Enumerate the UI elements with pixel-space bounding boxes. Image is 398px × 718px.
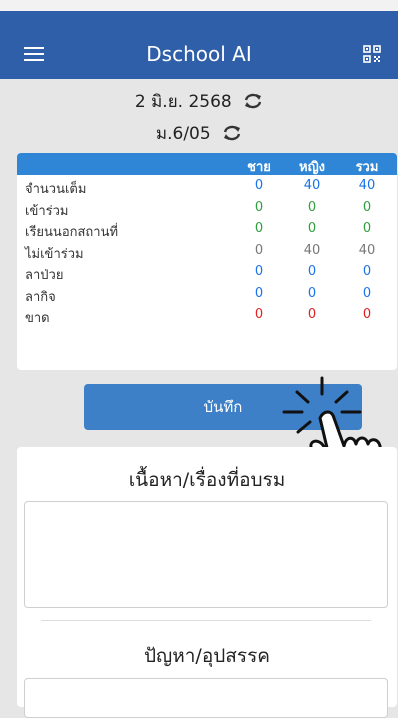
section-divider xyxy=(41,620,371,621)
date-selector[interactable]: 2 มิ.ย. 2568 xyxy=(0,88,398,112)
attendance-body: จำนวนเต็ม 0 40 40 เข้าร่วม 0 0 0 เรียนนอกสถานที่… xyxy=(17,175,397,326)
report-form: เนื้อหา/เรื่องที่อบรม ปัญหา/อุปสรรค xyxy=(17,447,397,718)
female-count: 40 xyxy=(303,242,321,258)
total-count: 0 xyxy=(362,285,372,301)
class-selector[interactable]: ม.6/05 xyxy=(0,120,398,144)
refresh-icon[interactable] xyxy=(222,124,242,142)
attendance-header: ชาย หญิง รวม xyxy=(17,153,397,175)
row-label: ขาด xyxy=(25,311,50,326)
date-label: 2 มิ.ย. 2568 xyxy=(134,92,232,112)
male-count: 0 xyxy=(254,285,264,301)
total-count: 0 xyxy=(362,307,372,322)
female-count: 0 xyxy=(307,264,317,279)
attendance-row: ขาด 0 0 0 xyxy=(17,304,397,326)
content-textarea[interactable] xyxy=(24,501,388,608)
male-count: 0 xyxy=(254,178,264,193)
male-count: 0 xyxy=(254,242,264,258)
female-count: 0 xyxy=(307,307,317,322)
app-header: Dschool AI xyxy=(0,0,398,79)
female-count: 40 xyxy=(303,178,321,193)
attendance-row: ไม่เข้าร่วม 0 40 40 xyxy=(17,240,397,262)
male-count: 0 xyxy=(254,199,264,215)
attendance-row: ลาป่วย 0 0 0 xyxy=(17,261,397,283)
total-count: 0 xyxy=(362,199,372,215)
attendance-row: เข้าร่วม 0 0 0 xyxy=(17,197,397,219)
problem-title: ปัญหา/อุปสรรค xyxy=(143,645,271,667)
refresh-icon[interactable] xyxy=(243,92,263,110)
column-total: รวม xyxy=(355,160,379,175)
total-count: 40 xyxy=(358,242,376,258)
male-count: 0 xyxy=(254,221,264,236)
total-count: 40 xyxy=(358,178,376,193)
attendance-row: จำนวนเต็ม 0 40 40 xyxy=(17,175,397,197)
app-title: Dschool AI xyxy=(146,42,252,66)
attendance-table: ชาย หญิง รวม จำนวนเต็ม 0 40 40 เข้าร่วม 0 0 0 เร… xyxy=(17,153,397,370)
class-label: ม.6/05 xyxy=(155,124,211,144)
male-count: 0 xyxy=(254,264,264,279)
column-female: หญิง xyxy=(299,160,325,175)
total-count: 0 xyxy=(362,221,372,236)
male-count: 0 xyxy=(254,307,264,322)
female-count: 0 xyxy=(307,199,317,215)
female-count: 0 xyxy=(307,221,317,236)
female-count: 0 xyxy=(307,285,317,301)
content-title: เนื้อหา/เรื่องที่อบรม xyxy=(128,469,286,491)
total-count: 0 xyxy=(362,264,372,279)
column-male: ชาย xyxy=(247,160,271,175)
problem-textarea[interactable] xyxy=(24,678,388,718)
status-bar xyxy=(0,0,398,11)
qr-code-icon[interactable] xyxy=(363,45,381,63)
attendance-row: เรียนนอกสถานที่ 0 0 0 xyxy=(17,218,397,240)
attendance-row: ลากิจ 0 0 0 xyxy=(17,283,397,305)
